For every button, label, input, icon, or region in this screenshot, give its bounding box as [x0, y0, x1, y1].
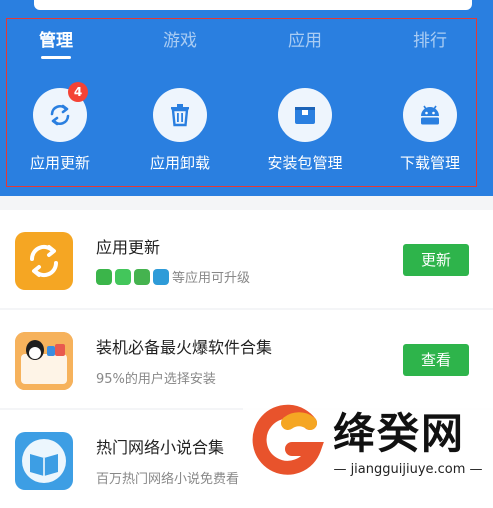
watermark-title: 绛癸网 — [333, 409, 466, 458]
tools-row: 4 应用更新 应用卸载 安装包管理 下载管理 — [0, 82, 493, 186]
trash-icon — [153, 88, 207, 142]
search-bar[interactable] — [34, 0, 472, 10]
item-subtitle: 95%的用户选择安装 — [96, 372, 216, 387]
tool-label: 安装包管理 — [267, 154, 343, 172]
tool-package-manager[interactable]: 安装包管理 — [245, 86, 365, 186]
browser-icon — [153, 268, 169, 285]
item-title: 装机必备最火爆软件合集 — [96, 338, 273, 357]
book-icon — [15, 432, 73, 490]
phone-icon — [115, 268, 131, 285]
watermark-url: — jiangguijiuye.com — — [333, 462, 483, 477]
header: 管理 游戏 应用 排行 4 应用更新 应用卸载 安装包管理 下载管理 — [0, 0, 493, 196]
update-button[interactable]: 更新 — [403, 244, 469, 276]
site-watermark: 绛癸网 — jiangguijiuye.com — — [243, 398, 493, 487]
qq-bag-icon — [15, 332, 73, 390]
tool-app-uninstall[interactable]: 应用卸载 — [120, 86, 240, 186]
tool-label: 下载管理 — [399, 154, 460, 172]
package-icon — [278, 88, 332, 142]
active-tab-indicator — [41, 56, 71, 59]
tab-ranking[interactable]: 排行 — [394, 24, 466, 58]
android-icon — [403, 88, 457, 142]
item-title: 热门网络小说合集 — [96, 438, 225, 457]
list-item-must-have[interactable]: 装机必备最火爆软件合集 95%的用户选择安装 查看 — [0, 310, 493, 408]
view-button[interactable]: 查看 — [403, 344, 469, 376]
list-item-app-update[interactable]: 应用更新 等应用可升级 更新 — [0, 210, 493, 308]
app-icon — [134, 268, 150, 285]
tool-label: 应用更新 — [29, 154, 90, 172]
tab-apps[interactable]: 应用 — [269, 24, 341, 58]
watermark-logo-icon — [252, 404, 324, 475]
item-title: 应用更新 — [96, 238, 161, 257]
updatable-apps: 等应用可升级 — [96, 266, 251, 286]
tool-download-manager[interactable]: 下载管理 — [370, 86, 490, 186]
tool-app-update[interactable]: 4 应用更新 — [0, 82, 120, 186]
update-app-icon — [15, 232, 73, 290]
tab-bar: 管理 游戏 应用 排行 — [0, 24, 493, 60]
item-subtitle: 百万热门网络小说免费看 — [96, 472, 240, 487]
tab-manage[interactable]: 管理 — [20, 24, 92, 58]
tool-label: 应用卸载 — [149, 154, 210, 172]
update-count-badge: 4 — [68, 82, 88, 102]
wechat-icon — [96, 268, 112, 285]
tab-games[interactable]: 游戏 — [144, 24, 216, 58]
item-subtitle: 等应用可升级 — [172, 271, 251, 286]
